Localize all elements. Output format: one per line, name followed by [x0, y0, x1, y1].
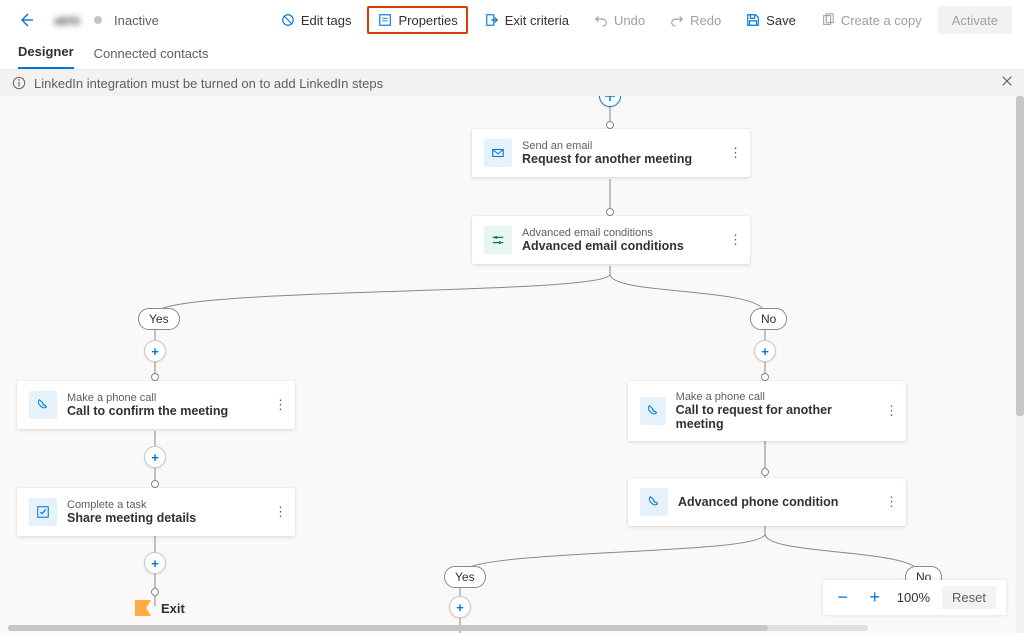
zoom-reset-button[interactable]: Reset	[942, 586, 996, 609]
node-title: Request for another meeting	[522, 152, 692, 166]
connector-dot	[151, 588, 159, 596]
undo-label: Undo	[614, 13, 645, 28]
node-more-button[interactable]: ⋮	[274, 397, 287, 413]
connector-dot	[761, 468, 769, 476]
connector-dot	[151, 480, 159, 488]
email-icon	[484, 139, 512, 167]
undo-icon	[593, 12, 609, 28]
zoom-out-button[interactable]: −	[833, 587, 853, 608]
zoom-level: 100%	[897, 590, 930, 605]
connector-dot	[606, 208, 614, 216]
activate-label: Activate	[952, 13, 998, 28]
node-complete-task[interactable]: Complete a task Share meeting details ⋮	[17, 488, 295, 536]
node-call-confirm[interactable]: Make a phone call Call to confirm the me…	[17, 381, 295, 429]
tag-icon	[280, 12, 296, 28]
banner-message: LinkedIn integration must be turned on t…	[34, 76, 383, 91]
add-step-button[interactable]: +	[449, 596, 471, 618]
arrow-left-icon	[18, 12, 34, 28]
exit-label: Exit	[161, 601, 185, 616]
scrollbar-thumb[interactable]	[8, 625, 768, 631]
node-more-button[interactable]: ⋮	[729, 145, 742, 161]
scrollbar-thumb[interactable]	[1016, 96, 1024, 416]
connector-dot	[151, 373, 159, 381]
phone-icon	[29, 391, 57, 419]
zoom-control: − + 100% Reset	[823, 580, 1006, 615]
redo-label: Redo	[690, 13, 721, 28]
exit-criteria-button[interactable]: Exit criteria	[476, 6, 577, 34]
node-title: Advanced email conditions	[522, 239, 684, 253]
save-button[interactable]: Save	[737, 6, 804, 34]
save-label: Save	[766, 13, 796, 28]
node-call-request[interactable]: Make a phone call Call to request for an…	[628, 381, 906, 441]
node-more-button[interactable]: ⋮	[885, 494, 898, 510]
top-bar: akhi Inactive Edit tags Properties Exit …	[0, 0, 1024, 40]
plus-icon	[605, 96, 615, 101]
properties-icon	[377, 12, 393, 28]
edit-tags-button[interactable]: Edit tags	[272, 6, 360, 34]
branch-yes-pill[interactable]: Yes	[444, 566, 486, 588]
conditions-icon	[484, 226, 512, 254]
edit-tags-label: Edit tags	[301, 13, 352, 28]
save-icon	[745, 12, 761, 28]
start-node[interactable]	[599, 96, 621, 107]
node-more-button[interactable]: ⋮	[729, 232, 742, 248]
node-type: Make a phone call	[676, 391, 866, 403]
create-copy-button: Create a copy	[812, 6, 930, 34]
undo-button: Undo	[585, 6, 653, 34]
properties-label: Properties	[398, 13, 457, 28]
add-step-button[interactable]: +	[144, 446, 166, 468]
add-step-button[interactable]: +	[754, 340, 776, 362]
node-type: Complete a task	[67, 499, 196, 511]
exit-criteria-label: Exit criteria	[505, 13, 569, 28]
tab-row: Designer Connected contacts	[0, 40, 1024, 70]
branch-yes-pill[interactable]: Yes	[138, 308, 180, 330]
exit-node[interactable]: Exit	[135, 600, 185, 616]
exit-icon	[484, 12, 500, 28]
tab-designer[interactable]: Designer	[18, 44, 74, 69]
node-advanced-phone-condition[interactable]: Advanced phone condition ⋮	[628, 478, 906, 526]
status-text: Inactive	[114, 13, 159, 28]
flag-icon	[135, 600, 151, 616]
back-button[interactable]	[12, 6, 40, 34]
canvas[interactable]: Send an email Request for another meetin…	[0, 96, 1024, 633]
node-advanced-email-conditions[interactable]: Advanced email conditions Advanced email…	[472, 216, 750, 264]
node-title: Share meeting details	[67, 511, 196, 525]
tab-connected-contacts[interactable]: Connected contacts	[94, 46, 209, 69]
node-type: Make a phone call	[67, 392, 228, 404]
node-title: Advanced phone condition	[678, 495, 838, 509]
node-title: Call to confirm the meeting	[67, 404, 228, 418]
node-type: Advanced email conditions	[522, 227, 684, 239]
connector-dot	[761, 373, 769, 381]
connector-dot	[606, 121, 614, 129]
banner-close-button[interactable]	[1000, 74, 1014, 93]
canvas-viewport[interactable]: Send an email Request for another meetin…	[0, 96, 1024, 633]
redo-button: Redo	[661, 6, 729, 34]
task-icon	[29, 498, 57, 526]
node-more-button[interactable]: ⋮	[885, 403, 898, 419]
phone-icon	[640, 397, 666, 425]
phone-condition-icon	[640, 488, 668, 516]
zoom-in-button[interactable]: +	[865, 587, 885, 608]
status-dot-icon	[94, 16, 102, 24]
activate-button: Activate	[938, 6, 1012, 34]
info-banner: LinkedIn integration must be turned on t…	[0, 70, 1024, 96]
record-name: akhi	[48, 13, 86, 28]
info-icon	[12, 76, 26, 90]
node-more-button[interactable]: ⋮	[274, 504, 287, 520]
branch-no-pill[interactable]: No	[750, 308, 787, 330]
create-copy-label: Create a copy	[841, 13, 922, 28]
copy-icon	[820, 12, 836, 28]
add-step-button[interactable]: +	[144, 552, 166, 574]
horizontal-scrollbar[interactable]	[8, 625, 868, 631]
properties-button[interactable]: Properties	[367, 6, 467, 34]
node-title: Call to request for another meeting	[676, 403, 866, 431]
close-icon	[1000, 74, 1014, 88]
node-send-email[interactable]: Send an email Request for another meetin…	[472, 129, 750, 177]
add-step-button[interactable]: +	[144, 340, 166, 362]
node-type: Send an email	[522, 140, 692, 152]
redo-icon	[669, 12, 685, 28]
